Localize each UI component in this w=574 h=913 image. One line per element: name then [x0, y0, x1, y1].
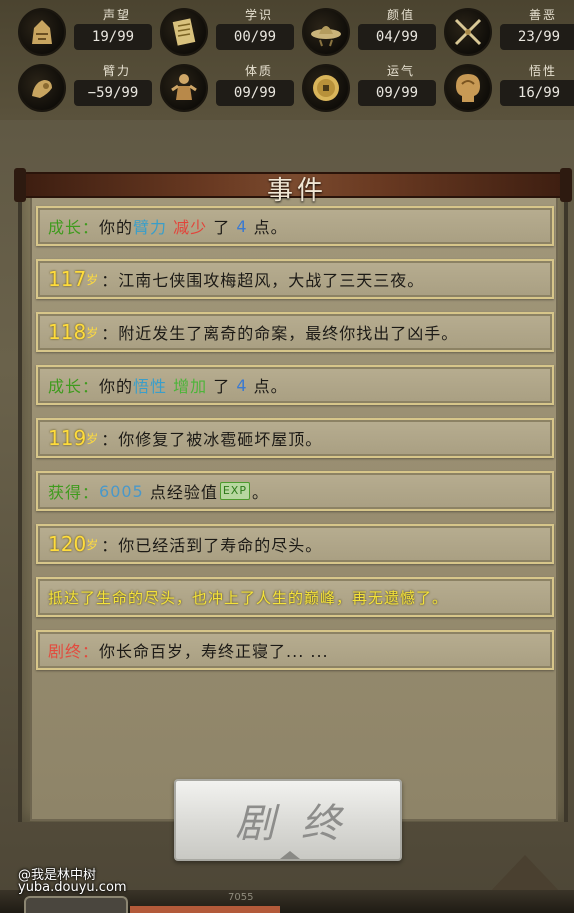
bottom-avatar-frame[interactable]: [24, 896, 128, 913]
event-text: 你的: [99, 377, 134, 396]
stat-value: 23/99: [500, 24, 574, 50]
event-change: 增加: [173, 377, 208, 396]
event-text: 你的: [99, 218, 134, 237]
bottom-progress-bar: [130, 906, 280, 913]
stat-label: 悟性: [528, 64, 557, 78]
head-icon: [444, 64, 492, 112]
event-row-growth: 成长： 你的 臂力 减少 了 4 点。: [36, 206, 554, 246]
stat-value: 09/99: [358, 80, 436, 106]
event-age: 117: [48, 267, 87, 291]
stat-label: 臂力: [102, 64, 131, 78]
event-row-age: 117 岁 ： 江南七侠围攻梅超风，大战了三天三夜。: [36, 259, 554, 299]
event-text: 江南七侠围攻梅超风，大战了三天三夜。: [118, 271, 425, 290]
event-label: 获得：: [48, 483, 100, 502]
stat-label: 体质: [244, 64, 273, 78]
event-label: 剧终：: [48, 642, 100, 661]
stats-panel: 声望 19/99 学识 00/99 颜值 04/99 善恶 23/99 臂力 −…: [0, 0, 574, 120]
stat-strength[interactable]: 臂力 −59/99: [2, 60, 152, 116]
hat-icon: [302, 8, 350, 56]
stat-comprehension[interactable]: 悟性 16/99: [428, 60, 574, 116]
event-age: 118: [48, 320, 87, 344]
coin-icon: [302, 64, 350, 112]
event-colon: ：: [101, 271, 119, 290]
event-change: 减少: [173, 218, 208, 237]
crossed-swords-icon: [444, 8, 492, 56]
scroll-icon: [160, 8, 208, 56]
event-row-age: 119 岁 ： 你修复了被冰雹砸坏屋顶。: [36, 418, 554, 458]
stat-value: 04/99: [358, 24, 436, 50]
event-attribute: 臂力: [133, 218, 168, 237]
event-row-age: 118 岁 ： 附近发生了离奇的命案，最终你找出了凶手。: [36, 312, 554, 352]
event-colon: ：: [101, 324, 119, 343]
stat-value: 00/99: [216, 24, 294, 50]
end-game-button[interactable]: 剧终: [174, 779, 402, 861]
watermark-site: yuba.douyu.com: [18, 880, 127, 895]
event-age-unit: 岁: [86, 537, 100, 552]
event-text: 你长命百岁，寿终正寝了... ...: [99, 642, 329, 661]
stat-reputation[interactable]: 声望 19/99: [2, 4, 152, 60]
stat-value: 19/99: [74, 24, 152, 50]
event-colon: ：: [101, 536, 119, 555]
event-text: 点。: [253, 218, 288, 237]
event-age-unit: 岁: [86, 431, 100, 446]
event-text: 附近发生了离奇的命案，最终你找出了凶手。: [118, 324, 459, 343]
stat-label: 善恶: [528, 8, 557, 22]
event-text: 。: [251, 483, 269, 502]
event-text: 你已经活到了寿命的尽头。: [118, 536, 323, 555]
stat-label: 学识: [244, 8, 273, 22]
stat-morality[interactable]: 善恶 23/99: [428, 4, 574, 60]
stat-label: 颜值: [386, 8, 415, 22]
stat-value: −59/99: [74, 80, 152, 106]
event-label: 成长：: [48, 377, 100, 396]
stat-looks[interactable]: 颜值 04/99: [286, 4, 436, 60]
exp-icon: EXP: [219, 482, 250, 500]
event-age: 119: [48, 426, 87, 450]
stat-constitution[interactable]: 体质 09/99: [144, 60, 294, 116]
stat-knowledge[interactable]: 学识 00/99: [144, 4, 294, 60]
reputation-icon: [18, 8, 66, 56]
event-text: 抵达了生命的尽头，也冲上了人生的巅峰，再无遗憾了。: [48, 588, 449, 607]
event-number: 4: [236, 375, 248, 395]
event-label: 成长：: [48, 218, 100, 237]
event-attribute: 悟性: [133, 377, 168, 396]
event-row-epitaph: 抵达了生命的尽头，也冲上了人生的巅峰，再无遗憾了。: [36, 577, 554, 617]
event-age-unit: 岁: [86, 272, 100, 287]
event-age: 120: [48, 532, 87, 556]
event-exp-number: 6005: [99, 481, 144, 501]
event-text: 了: [213, 377, 231, 396]
event-text: 你修复了被冰雹砸坏屋顶。: [118, 430, 323, 449]
event-colon: ：: [101, 430, 119, 449]
stat-label: 运气: [386, 64, 415, 78]
body-icon: [160, 64, 208, 112]
end-game-button-label: 剧终: [235, 801, 367, 847]
event-text: 点经验值: [149, 483, 218, 502]
event-row-age: 120 岁 ： 你已经活到了寿命的尽头。: [36, 524, 554, 564]
button-pointer-icon: [280, 851, 300, 859]
bottom-number: 7055: [228, 892, 254, 903]
event-row-gain: 获得： 6005 点经验值 EXP 。: [36, 471, 554, 511]
arm-icon: [18, 64, 66, 112]
stat-label: 声望: [102, 8, 131, 22]
stat-value: 16/99: [500, 80, 574, 106]
stat-value: 09/99: [216, 80, 294, 106]
event-age-unit: 岁: [86, 325, 100, 340]
event-text: 了: [213, 218, 231, 237]
event-row-growth: 成长： 你的 悟性 增加 了 4 点。: [36, 365, 554, 405]
event-panel-title: 事件: [266, 176, 327, 206]
event-row-ending: 剧终： 你长命百岁，寿终正寝了... ...: [36, 630, 554, 670]
event-number: 4: [236, 216, 248, 236]
event-text: 点。: [253, 377, 288, 396]
stat-luck[interactable]: 运气 09/99: [286, 60, 436, 116]
